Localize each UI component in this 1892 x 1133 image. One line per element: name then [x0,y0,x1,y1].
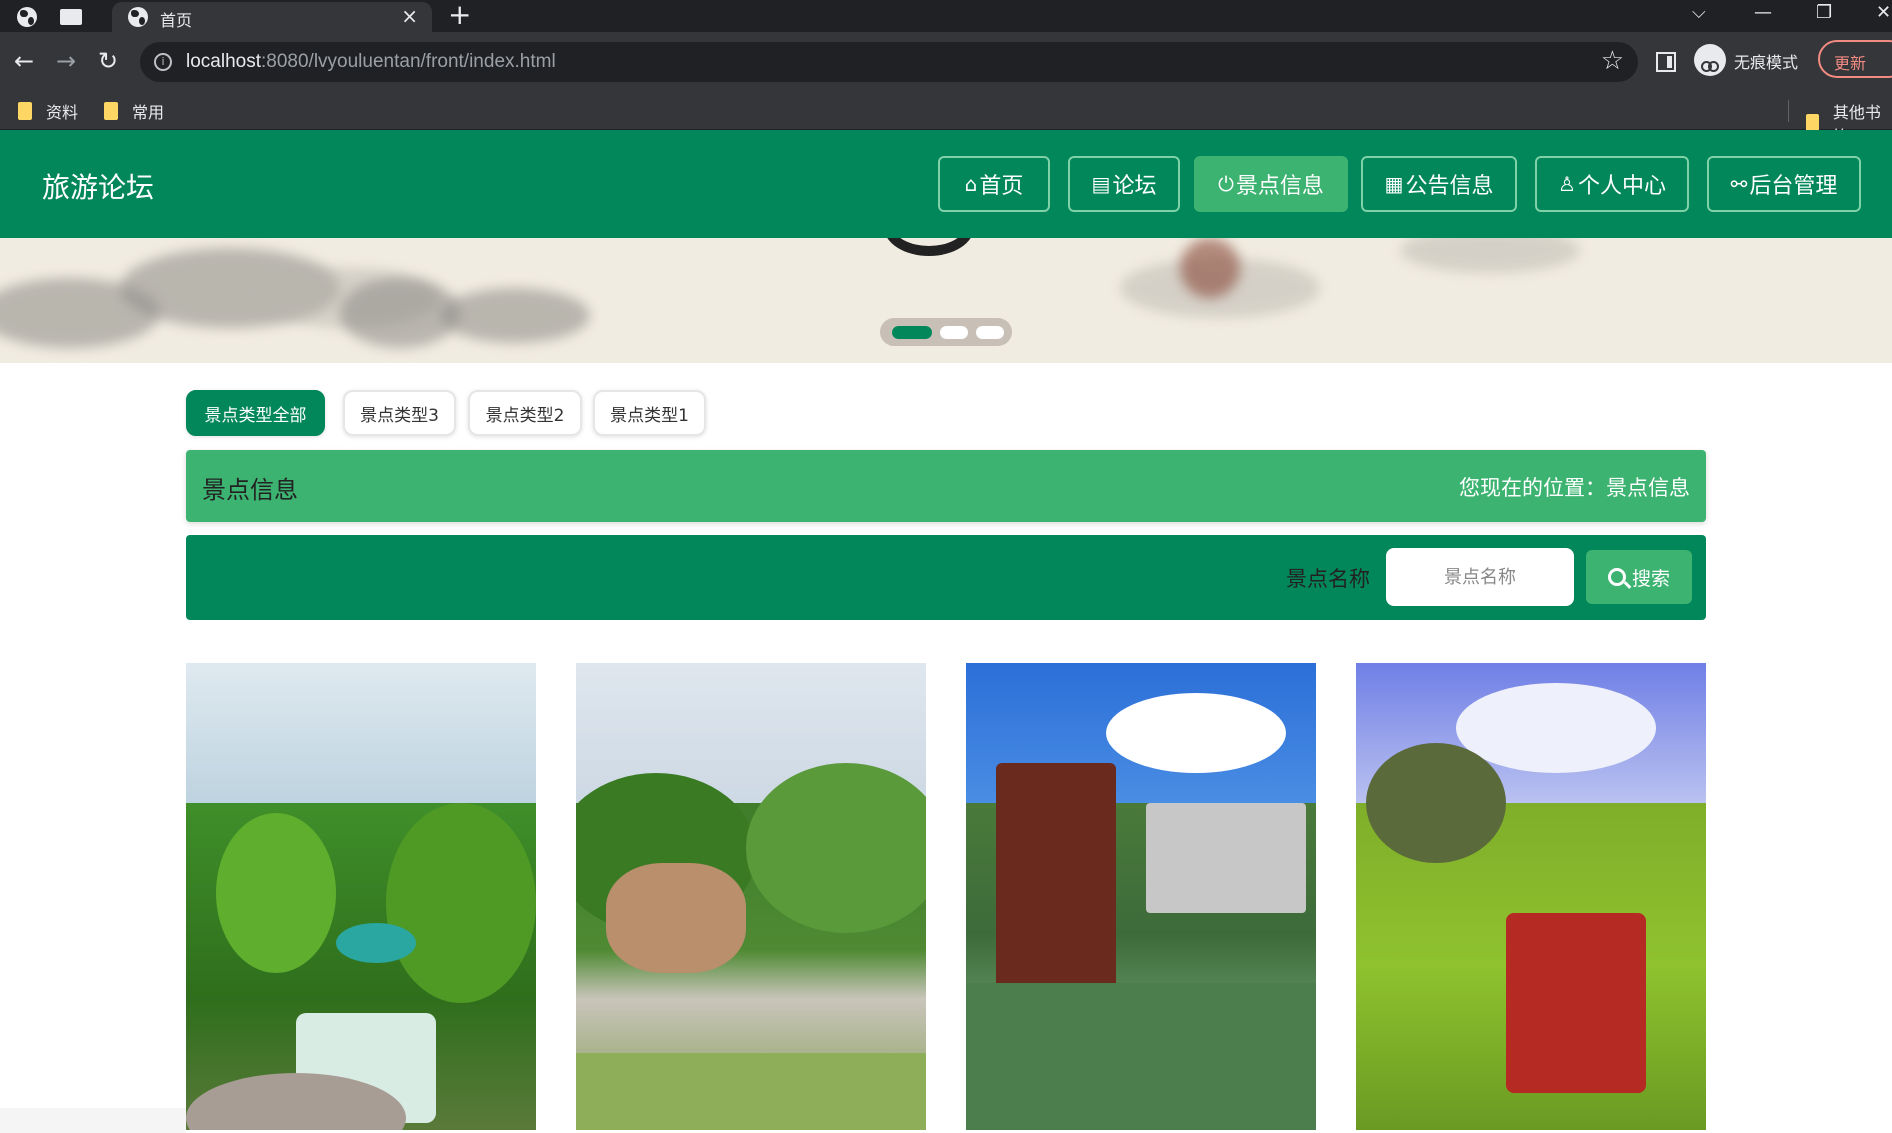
bookmark-folder-ziliao[interactable]: 资料 [18,99,78,123]
banner-figure [1180,238,1240,298]
search-button[interactable]: 搜索 [1586,550,1692,604]
address-bar[interactable]: i localhost:8080/lvyouluentan/front/inde… [140,42,1638,82]
nav-admin[interactable]: ⚯ 后台管理 [1707,156,1861,212]
category-type-2[interactable]: 景点类型2 [468,390,582,436]
power-icon: ⏻ [1218,172,1234,196]
site-title[interactable]: 旅游论坛 [42,166,154,206]
back-arrow-icon[interactable]: ← [14,46,34,76]
grid-icon: ▦ [1384,172,1404,196]
page-bottom-edge [0,1108,186,1133]
nav-scenic-spots[interactable]: ⏻ 景点信息 [1194,156,1348,212]
address-toolbar: ← → ↻ i localhost:8080/lvyouluentan/fron… [0,32,1892,92]
ink-cloud [440,288,590,343]
carousel-dot-2[interactable] [940,326,968,339]
category-all[interactable]: 景点类型全部 [186,390,325,436]
spot-card-4[interactable] [1356,663,1706,1130]
search-label: 景点名称 [1286,567,1370,591]
spot-image [966,763,1316,1130]
folder-icon [18,102,32,120]
user-icon: ♙ [1558,172,1576,196]
spot-image [576,763,926,1130]
site-header: 旅游论坛 ⌂ 首页 ▤ 论坛 ⏻ 景点信息 ▦ 公告信息 ♙ 个人中心 ⚯ 后台… [0,130,1892,238]
link-icon: ⚯ [1730,172,1748,196]
incognito-icon[interactable] [1694,44,1726,76]
spot-image [186,803,536,1130]
category-type-1[interactable]: 景点类型1 [593,390,706,436]
tab-favicon-globe-icon[interactable] [14,4,40,30]
browser-tab-active[interactable]: 首页 × [112,2,432,32]
spot-image [1356,743,1706,1130]
spot-card-1[interactable] [186,663,536,1130]
tab-window-icon[interactable] [58,4,84,30]
tab-title: 首页 [160,11,193,30]
section-title: 景点信息 [202,476,298,504]
carousel-dot-1[interactable] [892,326,932,339]
banner-carousel[interactable] [0,238,1892,363]
nav-announcements[interactable]: ▦ 公告信息 [1361,156,1517,212]
carousel-indicator [880,318,1012,346]
nav-forum[interactable]: ▤ 论坛 [1068,156,1180,212]
home-icon: ⌂ [964,172,978,196]
bookmark-folder-changyong[interactable]: 常用 [104,99,164,123]
globe-icon [128,7,148,27]
search-bar: 景点名称 搜索 [186,535,1706,620]
search-icon [1607,568,1626,586]
tab-close-icon[interactable]: × [401,4,418,28]
tab-search-chevron-icon[interactable]: ⌵ [1692,0,1706,26]
banner-ink-figure [884,238,974,256]
restore-icon[interactable]: ❐ [1816,0,1832,26]
forward-arrow-icon[interactable]: → [56,46,76,76]
bookmark-star-icon[interactable]: ☆ [1601,46,1624,76]
bookmarks-divider [1788,100,1789,122]
category-type-3[interactable]: 景点类型3 [343,390,456,436]
reload-icon[interactable]: ↻ [98,46,118,76]
spot-card-2[interactable] [576,663,926,1130]
update-button[interactable]: 更新 [1818,40,1892,78]
document-icon: ▤ [1091,172,1111,196]
side-panel-icon[interactable] [1656,52,1676,72]
section-title-bar: 景点信息 您现在的位置：景点信息 [186,450,1706,522]
minimize-icon[interactable]: — [1754,0,1772,26]
carousel-dot-3[interactable] [976,326,1004,339]
browser-tab-strip: 首页 × + ⌵ — ❐ ✕ [0,0,1892,32]
bookmarks-bar: 资料 常用 其他书签 [0,92,1892,146]
nav-personal-center[interactable]: ♙ 个人中心 [1535,156,1689,212]
close-window-icon[interactable]: ✕ [1876,0,1891,26]
spot-card-3[interactable] [966,663,1316,1130]
url-text[interactable]: localhost:8080/lvyouluentan/front/index.… [186,51,556,73]
folder-icon [104,102,118,120]
incognito-label: 无痕模式 [1734,53,1799,72]
site-info-icon[interactable]: i [154,53,172,71]
new-tab-button[interactable]: + [448,0,471,30]
nav-home[interactable]: ⌂ 首页 [938,156,1050,212]
ink-cloud [1400,238,1580,273]
breadcrumb: 您现在的位置：景点信息 [1459,476,1690,500]
search-input[interactable] [1386,548,1574,606]
